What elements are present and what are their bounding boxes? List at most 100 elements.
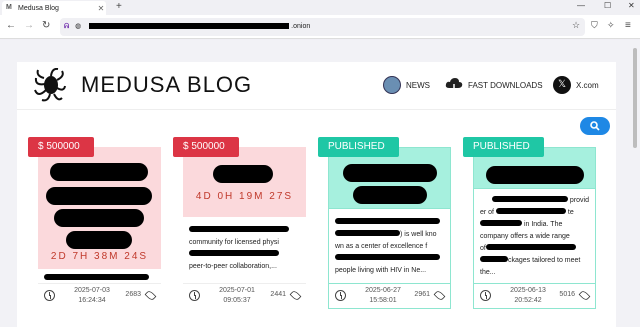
excerpt-line: er of [480,209,495,216]
url-suffix: .onion [291,23,311,30]
back-icon[interactable]: ← [6,20,16,31]
post-datetime: 2025-06-27 15:58:01 [353,286,413,306]
tor-onion-icon: ᕱ [64,23,70,30]
search-button[interactable] [580,117,610,135]
nav-fast-downloads-link[interactable]: FAST DOWNLOADS [445,76,543,94]
post-datetime: 2025-07-03 16:24:34 [62,286,122,306]
tab-close-icon[interactable]: ✕ [96,4,106,13]
redacted-text [485,244,576,250]
minimize-button[interactable]: — [577,1,585,10]
redacted-text [335,230,400,236]
countdown-timer: 2D 7H 38M 24S [50,251,149,262]
excerpt-line: community for licensed physi [189,239,279,246]
eye-icon [289,289,302,302]
lock-icon: ◍ [75,23,82,30]
countdown-timer: 4D 0H 19M 27S [195,191,294,202]
redacted-title [54,209,144,227]
page-scrollbar[interactable] [630,40,640,327]
excerpt-line: in India. The [523,221,563,228]
published-badge: PUBLISHED [318,137,399,157]
redacted-title [50,163,148,181]
redacted-text [335,254,440,260]
tab-title: Medusa Blog [18,4,59,12]
post-datetime: 2025-07-01 09:05:37 [207,286,267,306]
ransom-badge: $ 500000 [28,137,94,157]
nav-news-link[interactable]: NEWS [383,76,430,94]
medusa-logo-icon [34,68,66,102]
cloud-download-icon [445,78,463,94]
medusa-favicon-icon: M [6,4,12,11]
view-count: 2961 [414,291,430,298]
view-count: 2441 [270,291,286,298]
post-date: 2025-06-27 [365,287,401,294]
browser-tab[interactable]: M Medusa Blog ✕ [2,1,106,15]
nav-xcom-label: X.com [576,80,599,90]
clock-icon [480,290,491,301]
card-footer: 2025-07-01 09:05:37 2441 [183,283,306,309]
site-header: MEDUSA BLOG NEWS FAST DOWNLOADS 𝕏 X.com [17,62,616,110]
bookmark-star-icon[interactable]: ☆ [572,20,580,31]
excerpt-line: people living with HIV in Ne... [335,267,427,274]
leak-card[interactable]: $ 500000 4D 0H 19M 27S community for lic… [173,137,306,309]
excerpt-line: te [567,209,574,216]
ransom-badge: $ 500000 [173,137,239,157]
maximize-button[interactable]: ☐ [604,1,611,10]
x-logo-icon: 𝕏 [553,76,571,94]
card-header: 2D 7H 38M 24S [38,147,161,269]
leak-card[interactable]: $ 500000 2D 7H 38M 24S 2025-07-03 16:24:… [28,137,161,309]
site-title: MEDUSA BLOG [81,72,253,97]
card-footer: 2025-07-03 16:24:34 2683 [38,283,161,309]
nav-news-label: NEWS [406,80,430,90]
post-date: 2025-06-13 [510,287,546,294]
shield-icon[interactable]: ⛉ [591,20,598,31]
news-avatar-icon [383,76,401,94]
leak-card[interactable]: PUBLISHED ) is well kno wn as a center o… [318,137,451,309]
redacted-text [491,196,568,202]
excerpt-line: ) is well kno [400,231,437,238]
excerpt-line: wn as a center of excellence f [335,243,428,250]
search-icon [590,121,600,131]
card-excerpt: ) is well kno wn as a center of excellen… [328,209,451,283]
close-window-button[interactable]: ✕ [628,1,635,10]
redacted-title [66,231,132,249]
eye-icon [144,289,157,302]
view-count: 5016 [559,291,575,298]
magic-wand-icon[interactable]: ✧ [607,20,615,31]
card-header: 4D 0H 19M 27S [183,147,306,217]
redacted-title [353,186,427,204]
redacted-title [343,164,437,182]
card-excerpt: community for licensed physi peer-to-pee… [183,217,306,283]
card-footer: 2025-06-27 15:58:01 2961 [328,283,451,309]
reload-icon[interactable]: ↻ [42,20,50,31]
redacted-text [44,274,149,280]
redacted-text [480,220,522,226]
view-count: 2683 [125,291,141,298]
redacted-text [335,218,440,224]
new-tab-button[interactable]: + [116,1,122,12]
menu-icon[interactable]: ≡ [625,20,631,31]
forward-icon[interactable]: → [24,20,34,31]
nav-xcom-link[interactable]: 𝕏 X.com [553,76,599,94]
excerpt-line: of [480,245,486,252]
url-bar[interactable]: ᕱ ◍ .onion [60,18,585,36]
post-time: 16:24:34 [78,297,106,304]
url-redaction [89,23,290,30]
card-excerpt [38,269,161,283]
nav-fast-downloads-label: FAST DOWNLOADS [468,80,543,90]
browser-navbar: ← → ↻ ᕱ ◍ .onion ☆ ⛉ ✧ ≡ [0,15,640,39]
post-date: 2025-07-01 [219,287,255,294]
excerpt-line: provid [569,197,589,204]
redacted-text [189,226,289,232]
post-date: 2025-07-03 [74,287,110,294]
redacted-text [495,208,566,214]
post-datetime: 2025-06-13 20:52:42 [498,286,558,306]
redacted-title [486,166,584,184]
scrollbar-thumb[interactable] [633,48,637,148]
post-time: 20:52:42 [514,297,542,304]
card-excerpt: provid er of te in India. The company of… [473,189,596,283]
post-time: 15:58:01 [369,297,397,304]
clock-icon [335,290,346,301]
excerpt-line: peer-to-peer collaboration,... [189,263,277,270]
leak-card[interactable]: PUBLISHED provid er of te in India. The … [463,137,596,309]
redacted-text [480,256,508,262]
